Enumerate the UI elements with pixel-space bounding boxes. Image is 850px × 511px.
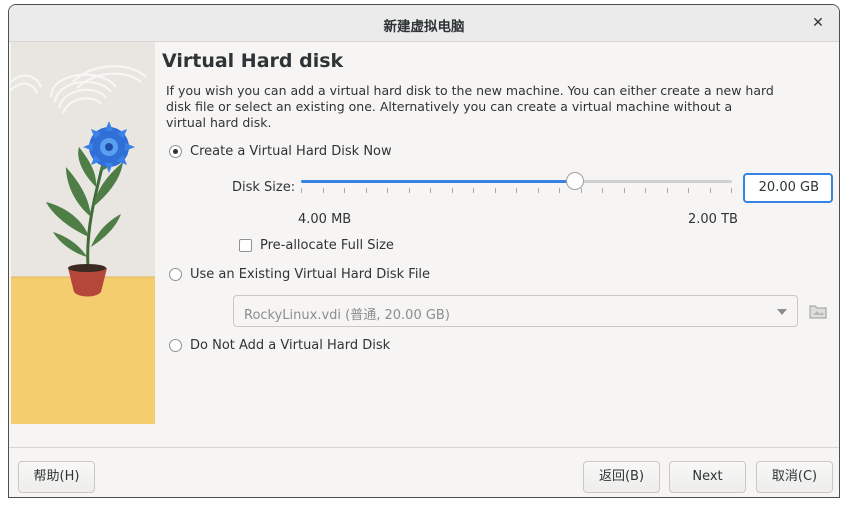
no-disk-radio[interactable] [169, 339, 182, 352]
preallocate-label[interactable]: Pre-allocate Full Size [260, 238, 394, 253]
slider-tick [581, 188, 582, 193]
create-disk-label[interactable]: Create a Virtual Hard Disk Now [190, 144, 392, 159]
disk-size-slider[interactable] [301, 172, 732, 190]
slider-tick [731, 188, 732, 193]
titlebar: 新建虚拟电脑 ✕ [9, 5, 839, 42]
use-existing-label[interactable]: Use an Existing Virtual Hard Disk File [190, 267, 430, 282]
close-icon[interactable]: ✕ [809, 14, 827, 32]
wizard-illustration [11, 42, 155, 424]
page-title: Virtual Hard disk [162, 50, 344, 72]
next-button[interactable]: Next [669, 461, 746, 493]
folder-icon[interactable] [809, 302, 827, 320]
use-existing-radio[interactable] [169, 268, 182, 281]
slider-tick [538, 188, 539, 193]
disk-size-input[interactable]: 20.00 GB [743, 173, 833, 203]
slider-max-label: 2.00 TB [688, 212, 738, 227]
slider-tick [602, 188, 603, 193]
slider-tick [344, 188, 345, 193]
disk-size-label: Disk Size: [232, 180, 296, 195]
slider-tick [366, 188, 367, 193]
slider-tick [516, 188, 517, 193]
slider-tick [710, 188, 711, 193]
slider-tick [409, 188, 410, 193]
slider-tick [645, 188, 646, 193]
slider-tick [452, 188, 453, 193]
no-disk-label[interactable]: Do Not Add a Virtual Hard Disk [190, 338, 390, 353]
chevron-down-icon [777, 309, 787, 315]
button-bar: 帮助(H) 返回(B) Next 取消(C) [9, 447, 839, 497]
slider-tick [430, 188, 431, 193]
preallocate-checkbox[interactable] [239, 239, 252, 252]
slider-ticks [301, 188, 732, 196]
page-description: If you wish you can add a virtual hard d… [166, 83, 774, 130]
help-button[interactable]: 帮助(H) [18, 461, 95, 493]
back-button[interactable]: 返回(B) [583, 461, 660, 493]
slider-min-label: 4.00 MB [298, 212, 352, 227]
cancel-button[interactable]: 取消(C) [756, 461, 833, 493]
slider-tick [495, 188, 496, 193]
slider-tick [323, 188, 324, 193]
dialog-window: 新建虚拟电脑 ✕ Virtual Hard disk If you wish y… [8, 4, 840, 498]
existing-disk-value: RockyLinux.vdi (普通, 20.00 GB) [244, 308, 450, 323]
slider-fill [301, 180, 575, 183]
slider-tick [667, 188, 668, 193]
slider-tick [473, 188, 474, 193]
slider-tick [688, 188, 689, 193]
slider-tick [301, 188, 302, 193]
slider-tick [559, 188, 560, 193]
slider-tick [387, 188, 388, 193]
existing-disk-select[interactable]: RockyLinux.vdi (普通, 20.00 GB) [233, 295, 798, 327]
window-title: 新建虚拟电脑 [383, 19, 465, 35]
create-disk-radio[interactable] [169, 145, 182, 158]
slider-tick [624, 188, 625, 193]
